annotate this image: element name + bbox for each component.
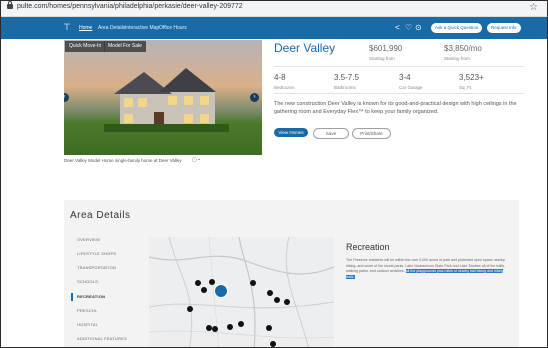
location-icon[interactable]: ⊙ (415, 23, 422, 32)
monthly-price-label: Starting from (444, 56, 470, 61)
nav-item-area-details[interactable]: Area Details (98, 25, 125, 31)
map-marker[interactable] (270, 341, 276, 347)
house-illustration (104, 68, 229, 132)
stat-sqft-label: Sq. Ft. (459, 85, 473, 90)
sidebar-item-lifestyle-shops[interactable]: LIFESTYLE SHOPS (77, 251, 116, 256)
community-description: The new construction Deer Valley is know… (274, 101, 517, 115)
stat-garage-label: Car Garage (399, 85, 423, 90)
map-marker[interactable] (201, 287, 207, 293)
lock-icon (7, 1, 13, 9)
sidebar-item-additional-features[interactable]: ADDITIONAL FEATURES (77, 336, 127, 341)
stat-bedrooms-value: 4-8 (274, 73, 286, 82)
recreation-description: The Preserve residents will be within th… (346, 258, 506, 280)
stat-bedrooms-label: Bedrooms (274, 85, 295, 90)
hero-caption: Deer Valley Model Home single-family hom… (64, 158, 182, 163)
stat-garage-value: 3-4 (399, 73, 411, 82)
sidebar-item-overview[interactable]: OVERVIEW (77, 237, 100, 242)
site-nav: ⊤ Home Area Details Interactive Map Offi… (1, 17, 547, 39)
map-marker[interactable] (274, 297, 280, 303)
next-image-arrow[interactable]: › (250, 93, 259, 102)
area-details-title: Area Details (70, 210, 131, 221)
sidebar-item-preschool[interactable]: PRESCHL (77, 308, 97, 313)
map-marker[interactable] (187, 306, 193, 312)
price-label: Starting from (369, 56, 395, 61)
area-map[interactable] (149, 237, 334, 347)
map-marker[interactable] (212, 326, 218, 332)
share-icon[interactable]: < (395, 23, 400, 32)
print-share-button[interactable]: Print/Share (352, 128, 391, 139)
sidebar-item-transportation[interactable]: TRANSPORTATION (77, 265, 116, 270)
nav-item-home[interactable]: Home (79, 25, 92, 31)
request-info-button[interactable]: Request Info (487, 23, 521, 33)
stat-bathrooms-value: 3.5-7.5 (334, 73, 359, 82)
browser-window: pulte.com/homes/pennsylvania/philadelphi… (0, 0, 548, 348)
prev-image-arrow[interactable]: ‹ (64, 93, 69, 102)
map-marker[interactable] (250, 280, 256, 286)
community-title: Deer Valley (274, 41, 336, 55)
community-map-marker[interactable] (214, 284, 228, 298)
divider (274, 66, 524, 67)
nav-item-office-hours[interactable]: Office Hours (159, 25, 187, 31)
tab-quick-move-in[interactable]: Quick Move-In (65, 41, 106, 52)
map-marker[interactable] (267, 290, 273, 296)
view-homes-button[interactable]: View Homes (274, 128, 308, 137)
map-marker[interactable] (238, 321, 244, 327)
filter-icon[interactable]: ⊤ (63, 22, 71, 33)
save-button[interactable]: Save (313, 128, 349, 139)
map-marker[interactable] (195, 280, 201, 286)
hero-image: Quick Move-In Model For Sale ‹ › (64, 40, 262, 155)
map-marker[interactable] (266, 325, 272, 331)
sidebar-selection-indicator (71, 293, 73, 301)
monthly-price-value: $3,850/mo (444, 44, 482, 53)
tab-model-for-sale[interactable]: Model For Sale (104, 41, 146, 52)
heart-icon[interactable]: ♡ (405, 23, 412, 32)
recreation-title: Recreation (346, 242, 390, 252)
ask-question-button[interactable]: Ask a Quick Question (431, 23, 483, 33)
map-marker[interactable] (284, 299, 290, 305)
sidebar-item-recreation[interactable]: RECREATION (77, 294, 105, 299)
bookmark-star-icon[interactable]: ☆ (529, 2, 538, 13)
sidebar-item-hospital[interactable]: HOSPITAL (77, 322, 98, 327)
stat-sqft-value: 3,523+ (459, 73, 484, 82)
map-marker[interactable] (209, 279, 215, 285)
map-roads (149, 237, 334, 347)
price-value: $601,990 (369, 44, 403, 53)
area-details-section: Area Details OVERVIEW LIFESTYLE SHOPS TR… (64, 200, 519, 347)
sidebar-item-schools[interactable]: SCHOOLS (77, 279, 98, 284)
nav-item-interactive-map[interactable]: Interactive Map (125, 25, 159, 31)
divider (274, 93, 524, 94)
url-text[interactable]: pulte.com/homes/pennsylvania/philadelphi… (17, 3, 243, 10)
stat-bathrooms-label: Bathrooms (334, 85, 356, 90)
map-marker[interactable] (227, 324, 233, 330)
image-icon[interactable]: ▢ ▪ (192, 157, 200, 163)
address-bar[interactable]: pulte.com/homes/pennsylvania/philadelphi… (1, 1, 547, 17)
